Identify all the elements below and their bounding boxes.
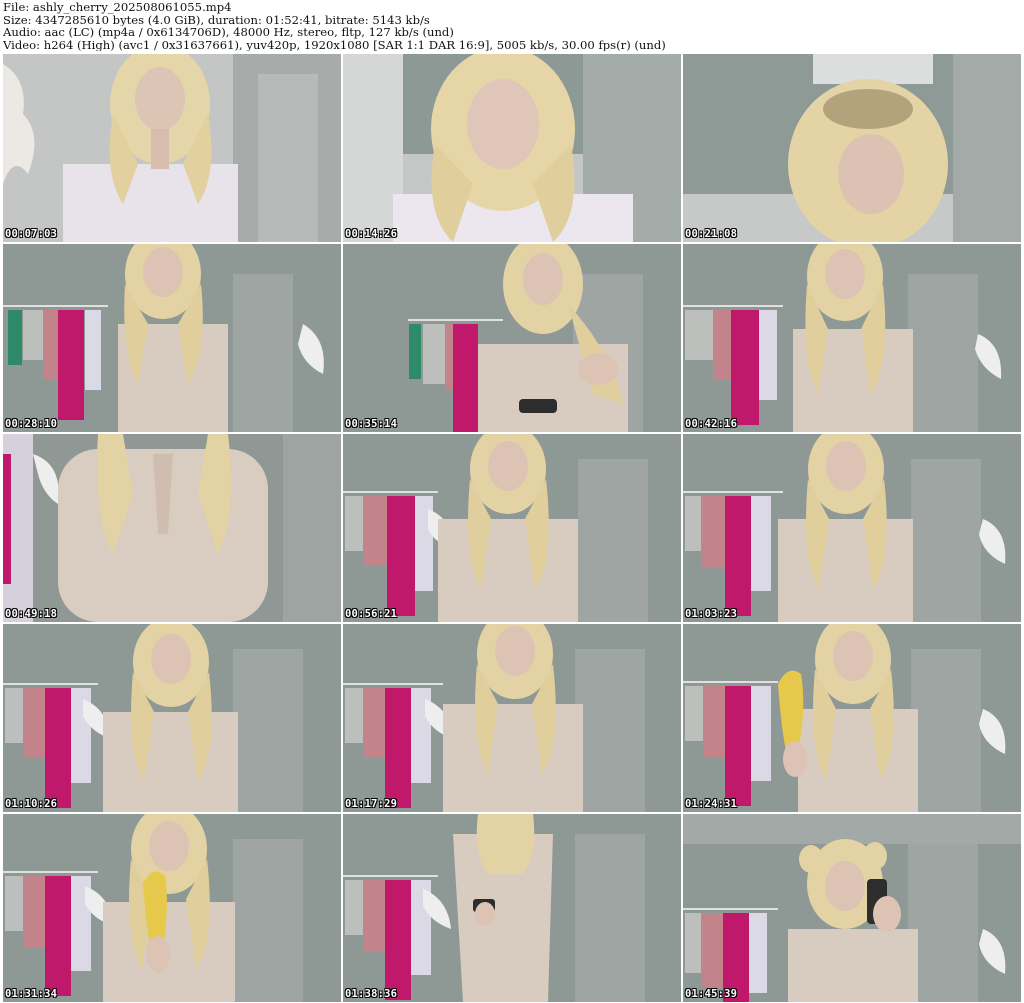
frame-scene (3, 54, 341, 242)
thumbnail-grid: 00:07:03 00:14:26 00:21:08 00:28:10 00:3… (2, 53, 1022, 1002)
thumbnail-frame[interactable]: 00:07:03 (3, 54, 341, 242)
contact-sheet: File: ashly_cherry_202508061055.mp4 Size… (0, 0, 1024, 1003)
frame-scene (343, 814, 681, 1002)
thumbnail-frame[interactable]: 00:14:26 (343, 54, 681, 242)
thumbnail-frame[interactable]: 01:24:31 (683, 624, 1021, 812)
timestamp-label: 01:38:36 (345, 988, 398, 1000)
thumbnail-frame[interactable]: 00:35:14 (343, 244, 681, 432)
timestamp-label: 00:35:14 (345, 418, 398, 430)
timestamp-label: 01:17:29 (345, 798, 398, 810)
frame-scene (683, 814, 1021, 1002)
frame-scene (683, 624, 1021, 812)
size-duration-line: Size: 4347285610 bytes (4.0 GiB), durati… (3, 13, 430, 26)
timestamp-label: 00:07:03 (5, 228, 58, 240)
file-name-line: File: ashly_cherry_202508061055.mp4 (3, 1, 232, 14)
timestamp-label: 01:24:31 (685, 798, 738, 810)
frame-scene (3, 244, 341, 432)
timestamp-label: 01:03:23 (685, 608, 738, 620)
frame-scene (683, 434, 1021, 622)
thumbnail-frame[interactable]: 01:17:29 (343, 624, 681, 812)
timestamp-label: 00:42:16 (685, 418, 738, 430)
timestamp-label: 00:14:26 (345, 228, 398, 240)
frame-scene (343, 54, 681, 242)
frame-scene (3, 434, 341, 622)
frame-scene (3, 624, 341, 812)
thumbnail-frame[interactable]: 01:03:23 (683, 434, 1021, 622)
thumbnail-frame[interactable]: 00:56:21 (343, 434, 681, 622)
frame-scene (343, 434, 681, 622)
timestamp-label: 01:31:34 (5, 988, 58, 1000)
thumbnail-frame[interactable]: 01:10:26 (3, 624, 341, 812)
frame-scene (343, 244, 681, 432)
audio-info-line: Audio: aac (LC) (mp4a / 0x6134706D), 480… (3, 26, 454, 39)
video-info-line: Video: h264 (High) (avc1 / 0x31637661), … (3, 38, 666, 51)
file-info-header: File: ashly_cherry_202508061055.mp4 Size… (3, 1, 1021, 53)
thumbnail-frame[interactable]: 00:21:08 (683, 54, 1021, 242)
thumbnail-frame[interactable]: 00:28:10 (3, 244, 341, 432)
thumbnail-frame[interactable]: 01:38:36 (343, 814, 681, 1002)
timestamp-label: 01:10:26 (5, 798, 58, 810)
thumbnail-frame[interactable]: 01:45:39 (683, 814, 1021, 1002)
frame-scene (683, 54, 1021, 242)
timestamp-label: 01:45:39 (685, 988, 738, 1000)
timestamp-label: 00:21:08 (685, 228, 738, 240)
thumbnail-frame[interactable]: 00:49:18 (3, 434, 341, 622)
thumbnail-frame[interactable]: 00:42:16 (683, 244, 1021, 432)
frame-scene (343, 624, 681, 812)
timestamp-label: 00:28:10 (5, 418, 58, 430)
timestamp-label: 00:56:21 (345, 608, 398, 620)
frame-scene (683, 244, 1021, 432)
frame-scene (3, 814, 341, 1002)
timestamp-label: 00:49:18 (5, 608, 58, 620)
thumbnail-frame[interactable]: 01:31:34 (3, 814, 341, 1002)
